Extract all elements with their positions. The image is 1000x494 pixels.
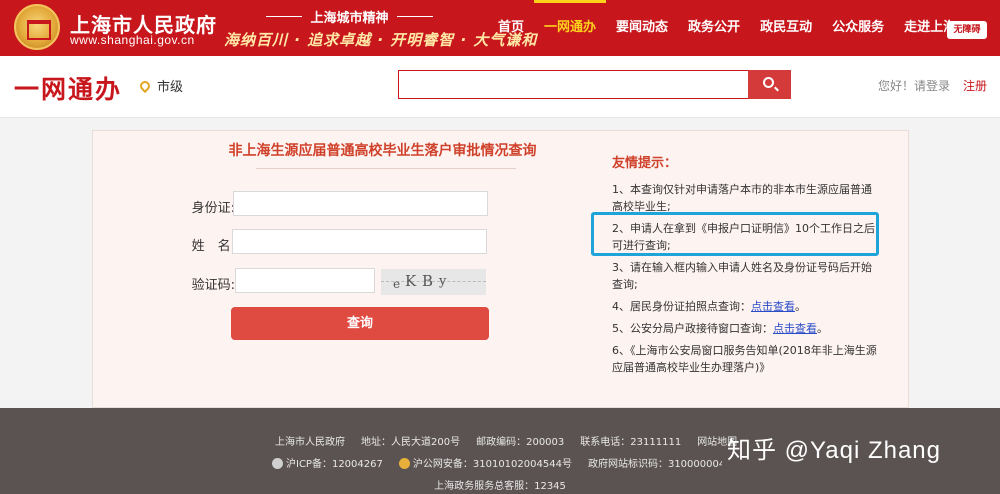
sub-header: 一网通办 市级 您好！请登录 注册 xyxy=(0,56,1000,118)
captcha-char: e xyxy=(393,277,401,291)
footer-police[interactable]: 沪公网安备：31010102004544号 xyxy=(398,455,572,470)
nav-item-one-network[interactable]: 一网通办 xyxy=(534,0,607,56)
nav-item-gov-affairs[interactable]: 政务公开 xyxy=(678,0,750,56)
search-button[interactable] xyxy=(748,70,791,99)
footer: 上海市人民政府 地址：人民大道200号 邮政编码：200003 联系电话：231… xyxy=(0,408,1000,494)
footer-phone: 联系电话：23111111 xyxy=(580,437,682,448)
main-nav: 首页 一网通办 要闻动态 政务公开 政民互动 公众服务 走进上海 xyxy=(488,0,966,56)
footer-address: 地址：人民大道200号 xyxy=(361,437,461,448)
government-emblem-icon xyxy=(14,4,60,50)
footer-record-row: 沪ICP备：12004267 沪公网安备：31010102004544号 政府网… xyxy=(272,455,722,470)
tips-title: 友情提示： xyxy=(612,156,678,171)
icp-badge-icon xyxy=(272,458,283,469)
query-button[interactable]: 查询 xyxy=(231,307,489,340)
search-input[interactable] xyxy=(398,70,748,99)
tip-text: 4、居民身份证拍照点查询： xyxy=(612,300,751,313)
name-input[interactable] xyxy=(232,229,487,254)
tip-item: 5、公安分局户政接待窗口查询：点击查看。 xyxy=(612,320,882,337)
police-window-link[interactable]: 点击查看 xyxy=(773,322,817,335)
city-spirit-title: 上海城市精神 xyxy=(262,7,437,26)
icp-text: 沪ICP备：12004267 xyxy=(286,459,383,470)
captcha-char: K xyxy=(405,272,417,290)
site-url[interactable]: www.shanghai.gov.cn xyxy=(70,33,195,47)
location-selector[interactable]: 市级 xyxy=(137,76,184,95)
location-pin-icon xyxy=(137,78,153,93)
nav-item-public-service[interactable]: 公众服务 xyxy=(822,0,894,56)
footer-icp[interactable]: 沪ICP备：12004267 xyxy=(272,455,383,470)
title-divider xyxy=(256,168,516,169)
id-card-label: 身份证: xyxy=(191,201,235,216)
id-card-input[interactable] xyxy=(233,191,488,216)
tip-item: 1、本查询仅针对申请落户本市的非本市生源应届普通高校毕业生; xyxy=(612,183,872,213)
tip-text: 5、公安分局户政接待窗口查询： xyxy=(612,322,773,335)
footer-hotline: 上海政务服务总客服：12345 xyxy=(434,481,566,492)
location-label: 市级 xyxy=(157,80,184,95)
tip-suffix: 。 xyxy=(817,322,828,335)
tip-item: 6、《上海市公安局窗口服务告知单(2018年非上海生源应届普通高校毕业生办理落户… xyxy=(612,344,877,374)
captcha-image[interactable]: e K B y xyxy=(381,269,486,295)
barrier-free-button[interactable]: 无障碍 xyxy=(947,21,987,39)
captcha-char: B xyxy=(422,272,434,290)
nav-item-home[interactable]: 首页 xyxy=(488,0,534,56)
captcha-input[interactable] xyxy=(235,268,375,293)
captcha-char: y xyxy=(439,274,447,289)
login-link[interactable]: 您好！请登录 xyxy=(878,77,950,94)
zhihu-watermark: 知乎 @Yaqi Zhang xyxy=(727,437,942,464)
form-title: 非上海生源应届普通高校毕业生落户审批情况查询 xyxy=(228,143,537,159)
police-text: 沪公网安备：31010102004544号 xyxy=(412,459,572,470)
tips-section: 友情提示： 1、本查询仅针对申请落户本市的非本市生源应届普通高校毕业生; 2、申… xyxy=(612,155,882,381)
search-icon xyxy=(763,77,774,88)
footer-info-row: 上海市人民政府 地址：人民大道200号 邮政编码：200003 联系电话：231… xyxy=(275,433,745,448)
footer-site-code: 政府网站标识码：3100000044 xyxy=(587,459,722,470)
tip-item: 3、请在输入框内输入申请人姓名及身份证号码后开始查询; xyxy=(612,261,872,291)
nav-item-news[interactable]: 要闻动态 xyxy=(606,0,678,56)
tip-highlight-box xyxy=(591,212,879,256)
name-label: 姓 名: xyxy=(191,239,235,254)
top-header: 上海市人民政府 www.shanghai.gov.cn 上海城市精神 海纳百川 … xyxy=(0,0,1000,56)
captcha-label: 验证码: xyxy=(191,278,235,293)
photo-point-link[interactable]: 点击查看 xyxy=(751,300,795,313)
tip-item: 4、居民身份证拍照点查询：点击查看。 xyxy=(612,298,882,315)
footer-hotline-row: 上海政务服务总客服：12345 xyxy=(0,477,1000,492)
tip-suffix: 。 xyxy=(795,300,806,313)
query-panel: 非上海生源应届普通高校毕业生落户审批情况查询 身份证: 姓 名: 验证码: e … xyxy=(92,130,909,408)
police-badge-icon xyxy=(398,458,410,469)
brand-logo[interactable]: 一网通办 xyxy=(14,70,122,106)
nav-item-interaction[interactable]: 政民互动 xyxy=(750,0,822,56)
footer-org[interactable]: 上海市人民政府 xyxy=(275,433,345,448)
register-link[interactable]: 注册 xyxy=(963,77,987,94)
footer-postcode: 邮政编码：200003 xyxy=(476,437,565,448)
